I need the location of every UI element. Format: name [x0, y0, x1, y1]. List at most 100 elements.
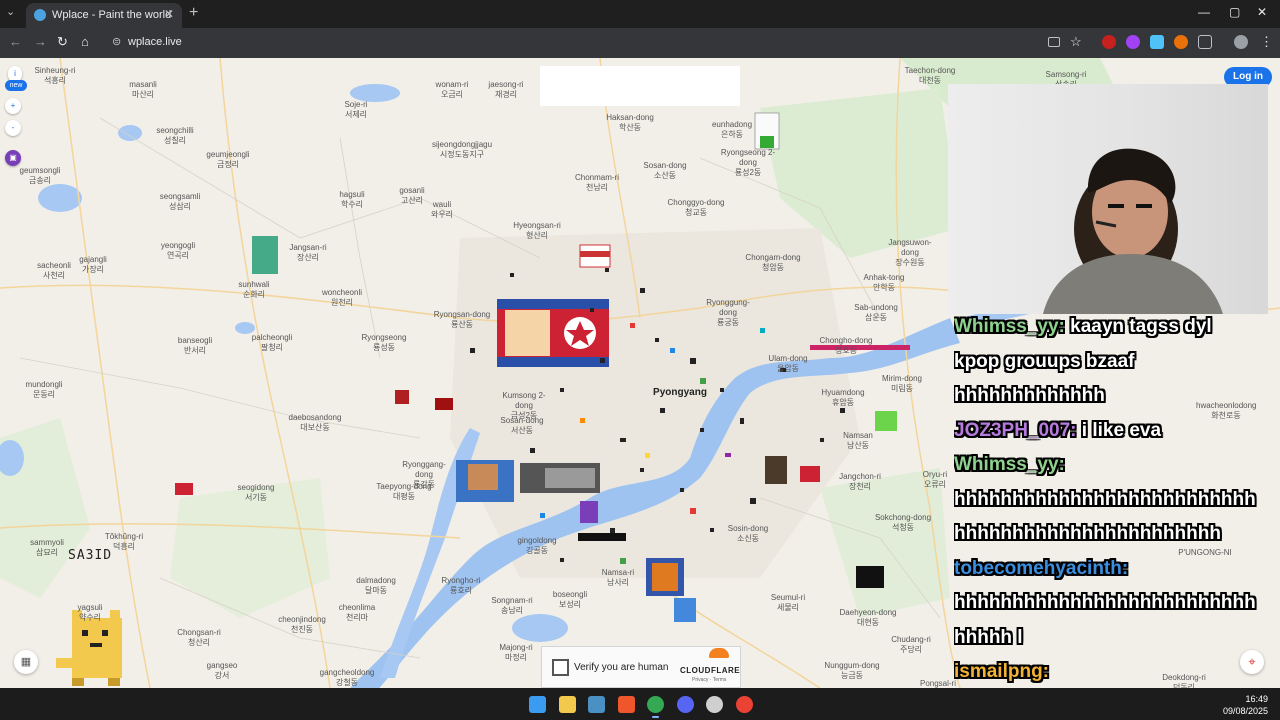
place-label: Taepyong-dong 대평동 — [376, 482, 432, 501]
place-label: cheonjindong 천진동 — [278, 615, 326, 634]
extension-purple-icon[interactable] — [1126, 35, 1140, 49]
place-label: Majong-ri 마정리 — [499, 643, 533, 662]
extensions-puzzle-icon[interactable] — [1198, 35, 1212, 49]
chat-text: hhhhh l — [954, 626, 1023, 648]
back-button[interactable]: ← — [9, 34, 22, 49]
zoom-in-button[interactable]: + — [5, 98, 21, 114]
place-label: boseongli 보성리 — [552, 590, 588, 609]
chat-username: ismailpng: — [954, 661, 1050, 682]
windows-start-icon[interactable] — [529, 696, 546, 713]
place-label: Mirim-dong 미림동 — [881, 374, 922, 393]
bookmark-star-icon[interactable]: ☆ — [1070, 34, 1082, 50]
place-label: yeongogli 연곡리 — [160, 241, 196, 260]
place-label: seongchilli 성칠리 — [156, 126, 194, 145]
place-label: Chudang-ri 주당리 — [891, 635, 931, 654]
captcha-links[interactable]: Privacy · Terms — [692, 677, 726, 683]
lake — [512, 614, 568, 642]
place-label: hagsuli 학수리 — [339, 190, 365, 209]
new-badge: new — [5, 80, 27, 91]
place-label: Sinheung-ri 석흥리 — [34, 66, 76, 85]
place-label: Namsan 남산동 — [843, 431, 873, 450]
chat-message: hhhhhhhhhhhhhhhhhhhhhhhhhh — [954, 483, 1274, 518]
close-window-button[interactable]: ✕ — [1257, 5, 1267, 19]
place-label: Soje-ri 서제리 — [344, 100, 368, 119]
place-label: wonam-ri 오금리 — [435, 80, 469, 99]
extension-blue-icon[interactable] — [1150, 35, 1164, 49]
zoom-out-button[interactable]: - — [5, 120, 21, 136]
place-label: dalmadong 달마동 — [356, 576, 396, 595]
lake — [118, 125, 142, 141]
place-label: Ryongseong 2-dong 룡성2동 — [720, 148, 776, 177]
new-tab-button[interactable]: + — [189, 4, 198, 22]
place-label: Chongam-dong 청암동 — [745, 253, 801, 272]
chat-message: JOZ3PH_007: i like eva — [954, 414, 1274, 449]
place-label: wauli 와우리 — [430, 200, 454, 219]
verify-label: Verify you are human — [574, 662, 669, 673]
chat-message: hhhhhhhhhhhhh — [954, 379, 1274, 414]
top-overlay-panel — [540, 66, 740, 106]
extension-orange-icon[interactable] — [1174, 35, 1188, 49]
chat-text: i like eva — [1076, 419, 1162, 441]
place-label: Ryongho-ri 룡호리 — [441, 576, 481, 595]
place-label: Chonggyo-dong 청교동 — [667, 198, 725, 217]
place-label: Sosan-dong 서산동 — [500, 416, 544, 435]
layers-button[interactable]: ▦ — [14, 650, 38, 674]
chrome-alt-icon[interactable] — [735, 696, 753, 713]
place-label: Sosan-dong 소산동 — [643, 161, 687, 180]
tab-title: Wplace - Paint the world — [52, 9, 172, 21]
place-label: Namsa-ri 남사리 — [601, 568, 635, 587]
home-button[interactable]: ⌂ — [81, 34, 89, 49]
verify-checkbox[interactable] — [552, 659, 569, 676]
chat-text: kaayn tagss dyl — [1064, 316, 1212, 337]
place-label: eunhadong 은하동 — [711, 120, 753, 139]
chat-message: hhhhhhhhhhhhhhhhhhhhhhh — [954, 517, 1274, 552]
brave-icon[interactable] — [617, 696, 635, 713]
place-label: Pyongyang — [653, 387, 707, 398]
address-bar[interactable]: ⊜ wplace.live — [105, 31, 1090, 55]
tab-close-icon[interactable]: ✕ — [164, 7, 174, 21]
tab-wplace[interactable]: Wplace - Paint the world ✕ — [26, 3, 182, 28]
url-text[interactable]: wplace.live — [128, 36, 182, 48]
place-label: gangseo 강서 — [206, 661, 238, 680]
place-label: sijeongdongjjagu 시정도동지구 — [432, 140, 493, 159]
place-label: sacheonli 사천리 — [37, 261, 71, 280]
place-label: cheonlima 천리마 — [338, 603, 376, 622]
place-label: Jangsuwon-dong 장수원동 — [888, 238, 932, 267]
chat-message: Whimss_yy: kaayn tagss dyl — [954, 310, 1274, 345]
place-label: geumjeongli 금정리 — [206, 150, 250, 169]
place-label: jaesong-ri 재경리 — [488, 80, 524, 99]
chrome-icon[interactable] — [647, 696, 664, 718]
obs-icon[interactable] — [706, 696, 723, 713]
system-clock[interactable]: 16:49 09/08/2025 — [1223, 693, 1268, 717]
site-info-icon[interactable]: ⊜ — [112, 35, 121, 48]
profile-avatar-icon[interactable] — [1234, 35, 1248, 49]
minimize-button[interactable]: — — [1198, 5, 1210, 19]
place-label: yagsuli 약수리 — [77, 603, 103, 622]
place-label: Jangsan-ri 장산리 — [289, 243, 327, 262]
discord-icon[interactable] — [676, 696, 694, 713]
twitch-icon[interactable]: ▣ — [5, 150, 21, 166]
tab-search-button[interactable]: ⌄ — [6, 5, 15, 18]
place-label: Hyuamdong 휴암동 — [821, 388, 865, 407]
forward-button[interactable]: → — [34, 34, 47, 49]
place-label: seongsamli 성삼리 — [159, 192, 201, 211]
extension-red-icon[interactable] — [1102, 35, 1116, 49]
app-icon[interactable] — [588, 696, 605, 713]
map-canvas[interactable]: Sinheung-ri석흥리Taechon-dong대천동Samsong-ri삼… — [0, 58, 1280, 688]
reload-button[interactable]: ↻ — [57, 34, 68, 50]
cloudflare-captcha-widget: Verify you are human CLOUDFLARE Privacy … — [541, 646, 741, 688]
chat-text: hhhhhhhhhhhhhhhhhhhhhhhhhh — [954, 488, 1256, 510]
place-label: gingoldong 깅골동 — [517, 536, 557, 555]
chat-username: Whimss_yy: — [954, 454, 1065, 475]
file-explorer-icon[interactable] — [558, 696, 576, 713]
maximize-button[interactable]: ▢ — [1229, 5, 1240, 19]
install-app-icon[interactable] — [1048, 37, 1060, 47]
cloudflare-cloud-icon — [709, 648, 729, 658]
lake — [38, 184, 82, 212]
chat-username: JOZ3PH_007: — [954, 419, 1077, 441]
place-label: mundongli 문동리 — [25, 380, 63, 399]
place-label: Chongsan-ri 청산리 — [177, 628, 221, 647]
browser-menu-icon[interactable]: ⋮ — [1260, 34, 1273, 50]
chat-text: hhhhhhhhhhhhhhhhhhhhhhhhhh — [954, 592, 1256, 613]
place-label: banseogli 반서리 — [177, 336, 213, 355]
